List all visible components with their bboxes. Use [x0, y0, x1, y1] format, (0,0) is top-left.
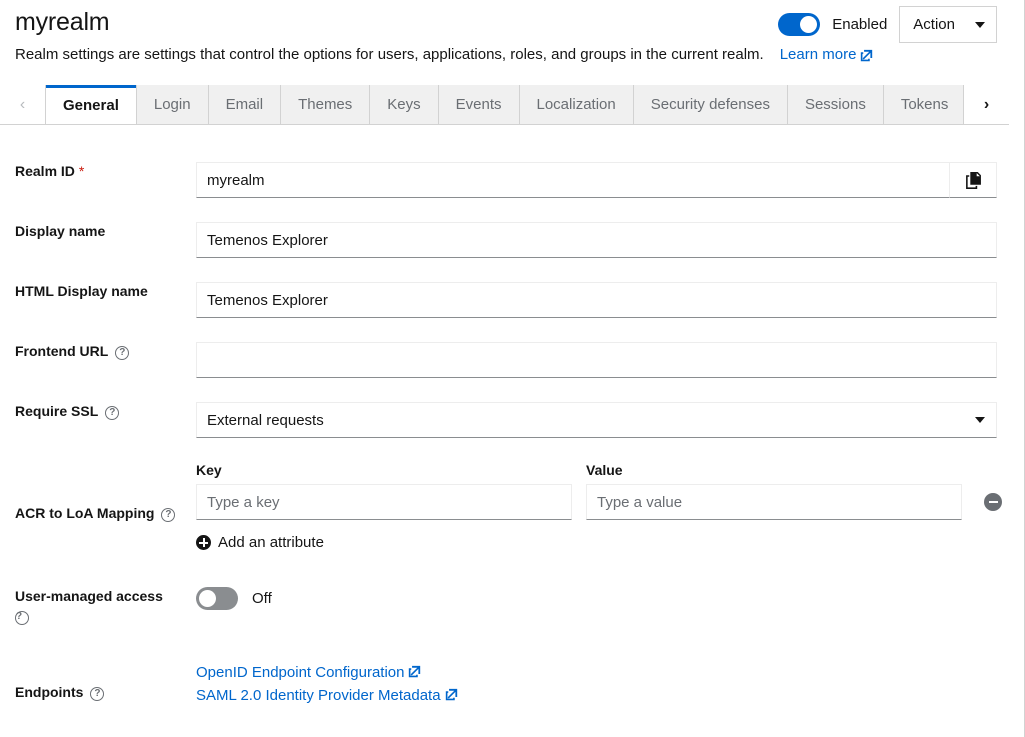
realm-id-label: Realm ID *	[0, 162, 196, 180]
external-link-icon	[861, 49, 873, 61]
field-html-display-name: HTML Display name	[0, 282, 1009, 318]
external-link-icon	[409, 665, 421, 678]
action-dropdown-label: Action	[913, 16, 955, 33]
tabs-scroll-right-button[interactable]: ›	[963, 85, 1009, 124]
page-description-text: Realm settings are settings that control…	[15, 46, 764, 63]
user-managed-access-toggle[interactable]	[196, 587, 238, 610]
html-display-name-control	[196, 282, 1009, 318]
header-actions: Enabled Action	[778, 6, 997, 43]
tab-bar: ‹ General Login Email Themes Keys Events…	[0, 85, 1009, 125]
tab-list: General Login Email Themes Keys Events L…	[46, 85, 963, 124]
field-acr-to-loa-mapping: ACR to LoA Mapping? Key Value Add an att…	[0, 462, 1009, 555]
key-value-row	[196, 484, 1002, 520]
field-require-ssl: Require SSL?	[0, 402, 1009, 438]
openid-endpoint-configuration-link[interactable]: OpenID Endpoint Configuration	[196, 661, 997, 684]
user-managed-access-label-text: User-managed access	[15, 588, 163, 604]
help-icon[interactable]: ?	[115, 346, 130, 360]
tab-security-defenses[interactable]: Security defenses	[633, 85, 788, 124]
required-marker: *	[78, 163, 85, 179]
general-settings-form: Realm ID* Display name	[0, 125, 1009, 707]
tab-themes[interactable]: Themes	[281, 85, 371, 124]
display-name-label: Display name	[15, 223, 106, 239]
minus-icon	[988, 501, 998, 503]
tabs-scroll-left-button[interactable]: ‹	[0, 85, 46, 124]
frontend-url-label: Frontend URL?	[0, 342, 196, 360]
tab-login[interactable]: Login	[136, 85, 209, 124]
require-ssl-label-text: Require SSL	[15, 403, 99, 419]
help-icon[interactable]: ?	[90, 687, 105, 701]
user-managed-access-control: Off	[196, 587, 1009, 610]
help-icon[interactable]: ?	[161, 508, 176, 522]
display-name-control	[196, 222, 1009, 258]
realm-enabled-label: Enabled	[832, 16, 888, 33]
help-icon[interactable]: ?	[105, 406, 120, 420]
realm-enabled-toggle[interactable]	[778, 13, 821, 36]
acr-to-loa-label: ACR to LoA Mapping?	[0, 462, 196, 522]
realm-id-input-group	[196, 162, 997, 198]
field-user-managed-access: User-managed access? Off	[0, 587, 1009, 625]
toggle-knob	[199, 590, 216, 607]
tab-keys[interactable]: Keys	[370, 85, 439, 124]
action-dropdown-button[interactable]: Action	[899, 6, 997, 43]
require-ssl-select-wrap	[196, 402, 997, 438]
attribute-key-input[interactable]	[196, 484, 572, 520]
field-display-name: Display name	[0, 222, 1009, 258]
acr-to-loa-control: Key Value Add an attribute	[196, 462, 1014, 555]
remove-attribute-button[interactable]	[984, 493, 1002, 511]
tab-sessions[interactable]: Sessions	[787, 85, 884, 124]
page-description: Realm settings are settings that control…	[15, 44, 873, 66]
help-icon[interactable]: ?	[15, 611, 29, 625]
require-ssl-control	[196, 402, 1009, 438]
tab-email[interactable]: Email	[208, 85, 282, 124]
user-managed-access-label: User-managed access?	[0, 587, 196, 625]
attribute-value-input[interactable]	[586, 484, 962, 520]
realm-id-input[interactable]	[196, 162, 950, 198]
tab-tokens[interactable]: Tokens	[883, 85, 963, 124]
frontend-url-input[interactable]	[196, 342, 997, 378]
frontend-url-label-text: Frontend URL	[15, 343, 109, 359]
copy-icon	[965, 171, 981, 189]
display-name-input[interactable]	[196, 222, 997, 258]
tab-events[interactable]: Events	[438, 85, 520, 124]
require-ssl-label: Require SSL?	[0, 402, 196, 420]
require-ssl-select[interactable]	[196, 402, 997, 438]
html-display-name-input[interactable]	[196, 282, 997, 318]
realm-id-control	[196, 162, 1009, 198]
endpoints-label-text: Endpoints	[15, 684, 84, 700]
toggle-knob	[800, 16, 818, 33]
user-managed-access-state: Off	[252, 590, 272, 607]
chevron-down-icon	[975, 21, 985, 28]
external-link-icon	[445, 688, 457, 701]
learn-more-label: Learn more	[779, 46, 857, 63]
plus-circle-icon	[196, 535, 211, 550]
endpoints-control: OpenID Endpoint Configuration SAML 2.0 I…	[196, 661, 1009, 707]
tab-localization[interactable]: Localization	[519, 85, 634, 124]
realm-settings-page: myrealm Enabled Action Realm settings ar…	[0, 0, 1025, 737]
field-frontend-url: Frontend URL?	[0, 342, 1009, 378]
copy-realm-id-button[interactable]	[949, 162, 997, 198]
field-endpoints: Endpoints? OpenID Endpoint Configuration…	[0, 661, 1009, 707]
saml-metadata-label: SAML 2.0 Identity Provider Metadata	[196, 687, 441, 704]
frontend-url-control	[196, 342, 1009, 378]
page-title: myrealm	[15, 8, 110, 36]
tab-general[interactable]: General	[46, 85, 137, 124]
page-header: myrealm Enabled Action Realm settings ar…	[0, 0, 1009, 78]
html-display-name-label: HTML Display name	[15, 283, 148, 299]
openid-endpoint-label: OpenID Endpoint Configuration	[196, 664, 405, 681]
realm-id-label-text: Realm ID	[15, 163, 75, 179]
add-attribute-button[interactable]: Add an attribute	[196, 534, 324, 551]
key-value-headers: Key Value	[196, 462, 1002, 478]
add-attribute-label: Add an attribute	[218, 534, 324, 551]
saml-metadata-link[interactable]: SAML 2.0 Identity Provider Metadata	[196, 684, 997, 707]
endpoints-label: Endpoints?	[0, 661, 196, 701]
key-column-header: Key	[196, 462, 222, 478]
value-column-header: Value	[586, 462, 623, 478]
learn-more-link[interactable]: Learn more	[780, 44, 874, 66]
field-realm-id: Realm ID *	[0, 162, 1009, 198]
acr-to-loa-label-text: ACR to LoA Mapping	[15, 505, 155, 521]
